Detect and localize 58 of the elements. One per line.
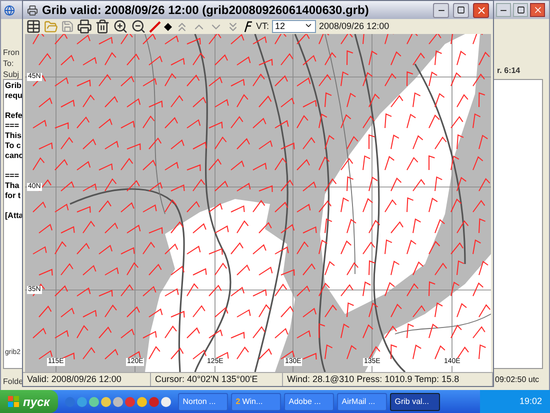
quick-launch-icon[interactable] [160,396,171,406]
message-text-line: for t [5,191,22,201]
message-time-text: r. 6:14 [497,65,520,77]
taskbar-task-button[interactable]: Grib val... [390,392,440,410]
maximize-button[interactable] [453,2,469,18]
close-button[interactable] [473,2,489,18]
valid-time-text: 2008/09/26 12:00 [319,20,390,33]
clock: 19:02 [519,394,542,408]
close-icon [532,5,542,15]
minimize-button[interactable] [496,3,511,17]
folder-label: Folde [3,376,24,388]
status-field: Wind: 28.1@310 Press: 1010.9 Temp: 15.8 [283,373,493,386]
window-count: 2 [236,396,240,408]
message-text-line: This [5,131,22,141]
pen-line-icon[interactable] [149,20,161,32]
message-text-line: Tha [5,181,20,191]
header-field-label: To: [3,58,15,69]
quick-launch-icon[interactable] [112,396,123,406]
table-icon[interactable] [26,19,41,34]
maximize-icon [457,6,465,14]
taskbar-task-button[interactable]: Norton ... [178,392,228,410]
close-icon [476,4,486,16]
close-button[interactable] [530,3,545,17]
globe-icon [4,5,15,16]
zoom-in-icon[interactable] [113,19,128,34]
windows-logo-icon [8,396,19,407]
message-text-line: === [5,171,20,181]
trash-icon[interactable] [95,19,110,34]
caret-icon [304,21,314,30]
vt-label: VT: [256,20,270,33]
diamond-icon[interactable] [164,22,172,30]
status-field: Cursor: 40°02'N 135°00'E [151,373,283,386]
maximize-icon [516,6,524,14]
start-button[interactable]: пуск [0,390,58,413]
print-icon[interactable] [77,19,92,34]
message-text-line: requ [5,91,24,101]
message-text-line: === [5,121,20,131]
vt-select[interactable]: 12 [272,20,316,33]
zoom-out-icon[interactable] [131,19,146,34]
wind-barb-icon[interactable] [243,20,253,32]
message-text-line: Grib [5,81,22,91]
minimize-button[interactable] [433,2,449,18]
status-field: Valid: 2008/09/26 12:00 [23,373,151,386]
quick-launch-icon[interactable] [136,396,147,406]
header-field-label: Fron [3,47,20,58]
taskbar-task-button[interactable]: Adobe ... [284,392,334,410]
maximize-button[interactable] [513,3,528,17]
quick-launch-icon[interactable] [100,396,111,406]
taskbar-task-button[interactable]: AirMail ... [336,392,387,410]
window-title: Grib valid: 2008/09/26 12:00 (grib20080926061400630.grb) [42,2,370,19]
message-text-line: To c [5,141,22,151]
save-icon[interactable] [61,20,74,33]
message-text-line: canc [5,151,24,161]
header-field-label: Subj [3,69,20,80]
utc-time-text: 09:02:50 utc [495,374,540,386]
message-text-line: Refe [5,111,24,121]
quick-launch-icon[interactable] [88,396,99,406]
taskbar-task-button[interactable]: 2 Win... [230,392,281,410]
